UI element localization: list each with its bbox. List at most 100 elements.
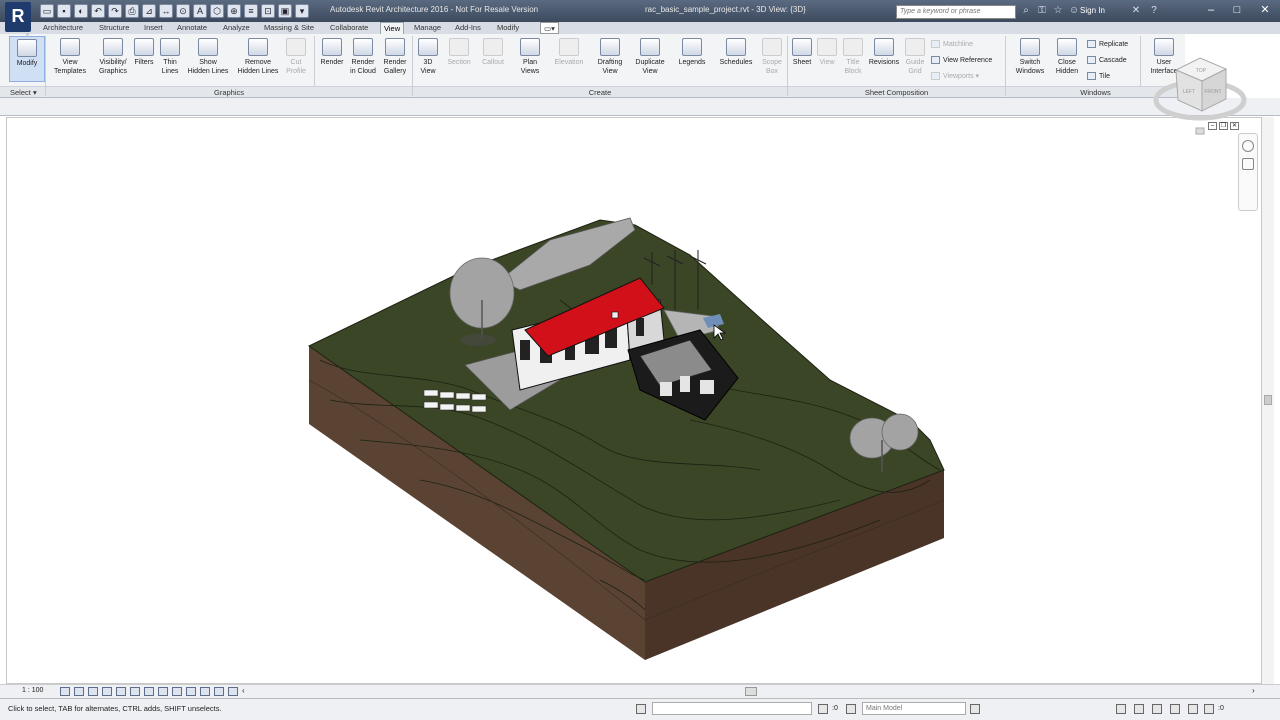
select-by-face-icon[interactable] (1170, 704, 1180, 714)
scroll-left-icon[interactable]: ‹ (242, 687, 252, 696)
plan-views-button[interactable]: Plan Views (513, 36, 547, 76)
tile-button[interactable]: Tile (1087, 72, 1110, 82)
drag-elements-icon[interactable] (1188, 704, 1198, 714)
cascade-button[interactable]: Cascade (1087, 56, 1127, 66)
sync-icon[interactable]: ◐ (74, 4, 88, 18)
default-3d-view-icon[interactable]: ⬡ (210, 4, 224, 18)
active-workset-field[interactable] (652, 702, 812, 715)
matchline-button[interactable]: Matchline (931, 40, 973, 50)
show-crop-region-icon[interactable] (144, 687, 154, 696)
redo-icon[interactable]: ↷ (108, 4, 122, 18)
viewcube[interactable]: TOP LEFT FRONT (1150, 55, 1250, 145)
render-button[interactable]: Render (315, 36, 349, 67)
replicate-button[interactable]: Replicate (1087, 40, 1128, 50)
star-icon[interactable]: ☆ (1052, 5, 1064, 17)
elevation-button[interactable]: Elevation (550, 36, 588, 67)
remove-hidden-lines-button[interactable]: Remove Hidden Lines (234, 36, 282, 76)
design-option-select[interactable]: Main Model (862, 702, 966, 715)
lock-3d-view-icon[interactable] (158, 687, 168, 696)
tab-annotate[interactable]: Annotate (174, 22, 210, 34)
tag-icon[interactable]: ⊙ (176, 4, 190, 18)
zoom-icon[interactable] (1242, 158, 1254, 170)
reveal-hidden-icon[interactable] (186, 687, 196, 696)
select-links-icon[interactable] (1116, 704, 1126, 714)
view-templates-button[interactable]: View Templates (52, 36, 88, 76)
tab-collaborate[interactable]: Collaborate (327, 22, 371, 34)
sun-path-icon[interactable] (88, 687, 98, 696)
title-block-button[interactable]: Title Block (838, 36, 868, 76)
user-icon[interactable]: ☺ (1068, 5, 1080, 17)
view-reference-button[interactable]: View Reference (931, 56, 992, 66)
section-button[interactable]: Section (442, 36, 476, 67)
subscription-icon[interactable]: ⚿ (1036, 5, 1048, 17)
cut-profile-button[interactable]: Cut Profile (281, 36, 311, 76)
ribbon-minimize-toggle[interactable]: ▭▾ (540, 22, 559, 34)
measure-icon[interactable]: ⊿ (142, 4, 156, 18)
horizontal-scroll-thumb[interactable] (745, 687, 757, 696)
revisions-button[interactable]: Revisions (866, 36, 902, 67)
analysis-display-icon[interactable] (228, 687, 238, 696)
rendering-dialog-icon[interactable] (116, 687, 126, 696)
tab-modify[interactable]: Modify (494, 22, 522, 34)
tab-analyze[interactable]: Analyze (220, 22, 253, 34)
section-icon[interactable]: ⊕ (227, 4, 241, 18)
undo-icon[interactable]: ↶ (91, 4, 105, 18)
detail-level-icon[interactable] (60, 687, 70, 696)
minimize-button[interactable]: – (1198, 2, 1224, 18)
thin-lines-button[interactable]: Thin Lines (152, 36, 188, 76)
tab-architecture[interactable]: Architecture (40, 22, 86, 34)
search-input[interactable]: Type a keyword or phrase (896, 5, 1016, 19)
duplicate-view-button[interactable]: Duplicate View (631, 36, 669, 76)
vertical-scroll-thumb[interactable] (1264, 395, 1272, 405)
tab-structure[interactable]: Structure (96, 22, 132, 34)
visual-style-icon[interactable] (74, 687, 84, 696)
application-menu-button[interactable]: R ▼ (5, 2, 31, 39)
render-gallery-button[interactable]: Render Gallery (378, 36, 412, 76)
show-hidden-lines-button[interactable]: Show Hidden Lines (186, 36, 230, 76)
sign-in-button[interactable]: Sign In (1080, 6, 1105, 15)
tab-manage[interactable]: Manage (411, 22, 444, 34)
text-icon[interactable]: A (193, 4, 207, 18)
select-underlay-icon[interactable] (1134, 704, 1144, 714)
drafting-view-button[interactable]: Drafting View (592, 36, 628, 76)
steering-wheel-icon[interactable] (1242, 140, 1254, 152)
3d-view-button[interactable]: 3D View (411, 36, 445, 76)
exchange-apps-icon[interactable]: ✕ (1130, 5, 1142, 17)
legends-button[interactable]: Legends (674, 36, 710, 67)
help-icon[interactable]: ? (1148, 5, 1160, 17)
guide-grid-button[interactable]: Guide Grid (901, 36, 929, 76)
tab-view[interactable]: View (380, 22, 405, 34)
select-panel-label[interactable]: Select ▾ (0, 86, 45, 97)
worksets-icon[interactable] (636, 704, 646, 714)
viewcube-home-icon[interactable] (1195, 127, 1205, 135)
print-icon[interactable]: ⎙ (125, 4, 139, 18)
temporary-hide-icon[interactable] (172, 687, 182, 696)
switch-windows-icon[interactable]: ▣ (278, 4, 292, 18)
render-in-cloud-button[interactable]: Render in Cloud (346, 36, 380, 76)
vertical-scrollbar[interactable] (1262, 117, 1274, 684)
scroll-right-icon[interactable]: › (1252, 687, 1262, 696)
exclude-options-icon[interactable] (970, 704, 980, 714)
3d-view-canvas[interactable]: – ❐ ✕ (6, 117, 1262, 684)
crop-view-icon[interactable] (130, 687, 140, 696)
scope-box-button[interactable]: Scope Box (757, 36, 787, 76)
switch-windows-button[interactable]: Switch Windows (1010, 36, 1050, 76)
shadows-icon[interactable] (102, 687, 112, 696)
open-icon[interactable]: ▭ (40, 4, 54, 18)
thin-lines-icon[interactable]: ≡ (244, 4, 258, 18)
aligned-dimension-icon[interactable]: ↔ (159, 4, 173, 18)
schedules-button[interactable]: Schedules (716, 36, 756, 67)
maximize-button[interactable]: □ (1224, 2, 1250, 18)
view-scale[interactable]: 1 : 100 (22, 687, 43, 694)
worksharing-display-icon[interactable] (214, 687, 224, 696)
close-hidden-icon[interactable]: ⊡ (261, 4, 275, 18)
graphics-panel-label[interactable]: Graphics (46, 86, 412, 97)
select-pinned-icon[interactable] (1152, 704, 1162, 714)
tab-massing-site[interactable]: Massing & Site (261, 22, 317, 34)
save-icon[interactable]: ▪ (57, 4, 71, 18)
filter-icon[interactable] (1204, 704, 1214, 714)
qat-dropdown-icon[interactable]: ▾ (295, 4, 309, 18)
close-hidden-button[interactable]: Close Hidden (1050, 36, 1084, 76)
tab-add-ins[interactable]: Add-Ins (452, 22, 484, 34)
callout-button[interactable]: Callout (476, 36, 510, 67)
